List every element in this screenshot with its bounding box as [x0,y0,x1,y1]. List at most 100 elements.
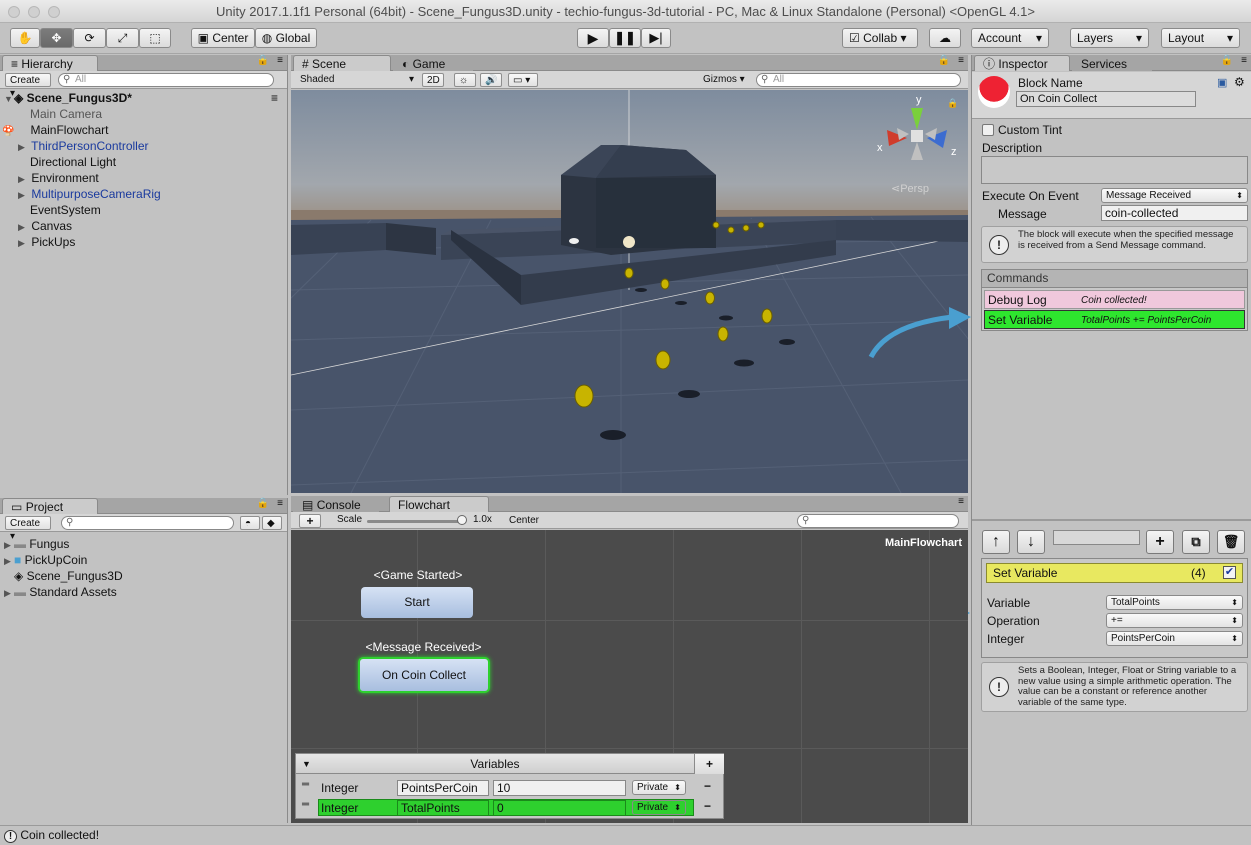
tab-inspector[interactable]: ⓘ Inspector [974,55,1070,71]
filter-by-label-button[interactable]: ◆ [262,516,282,530]
add-command-button[interactable]: + [1146,530,1174,554]
variable-key-field[interactable]: PointsPerCoin [397,780,489,796]
account-dropdown[interactable]: Account ▾ [971,28,1049,48]
flowchart-block-on-coin-collect[interactable]: On Coin Collect [358,657,490,693]
custom-tint-checkbox[interactable] [982,124,994,136]
collapsed-triangle-icon[interactable]: ▶ [18,235,28,251]
collapsed-triangle-icon[interactable]: ▶ [18,187,28,203]
command-row-debug-log[interactable]: Debug Log Coin collected! [984,290,1245,309]
add-block-button[interactable]: + [299,514,321,528]
tab-services[interactable]: Services [1072,55,1152,71]
hierarchy-item-flowchart[interactable]: 🍄 MainFlowchart [2,122,108,138]
variables-header[interactable]: ▼ Variables [296,754,694,774]
step-button[interactable]: ▶| [641,28,671,48]
shading-mode-dropdown[interactable]: Shaded ▾ [296,73,416,87]
flowchart-block-start[interactable]: Start [361,587,473,618]
hierarchy-item[interactable]: ▶ Canvas [18,218,72,234]
lock-icon[interactable]: 🔒 [257,498,269,509]
move-command-down-button[interactable]: ↓ [1017,530,1045,554]
close-window-button[interactable] [8,6,20,18]
add-variable-button[interactable]: + [694,754,724,774]
center-view-button[interactable]: Center [505,514,543,528]
hierarchy-search-input[interactable]: All [58,73,274,87]
message-field[interactable]: coin-collected [1101,205,1248,221]
panel-menu-icon[interactable]: ≡ [958,55,964,66]
scale-slider[interactable] [367,520,465,523]
help-book-icon[interactable]: ▣ [1217,76,1227,89]
toggle-2d-button[interactable]: 2D [422,73,444,87]
variable-row[interactable]: ═ Integer PointsPerCoin 10 Private − [296,779,724,797]
collapsed-triangle-icon[interactable]: ▶ [4,585,14,601]
project-search-input[interactable] [61,516,234,530]
scale-slider-thumb[interactable] [457,515,467,525]
status-bar[interactable]: ! Coin collected! [0,825,1251,845]
panel-menu-icon[interactable]: ≡ [958,496,964,507]
collapsed-triangle-icon[interactable]: ▶ [4,553,14,569]
lock-icon[interactable]: 🔒 [1221,55,1233,66]
collapsed-triangle-icon[interactable]: ▶ [18,219,28,235]
tab-console[interactable]: ▤ Console [293,496,379,512]
drag-handle-icon[interactable]: ═ [302,779,309,790]
layout-dropdown[interactable]: Layout ▾ [1161,28,1240,48]
collapsed-triangle-icon[interactable]: ▶ [18,171,28,187]
move-command-up-button[interactable]: ↑ [982,530,1010,554]
project-create-button[interactable]: Create ▾ [5,516,51,542]
panel-menu-icon[interactable]: ≡ [277,55,283,66]
block-name-field[interactable]: On Coin Collect [1016,91,1196,107]
delete-command-button[interactable]: 🗑 [1217,530,1245,554]
remove-variable-button[interactable]: − [704,779,711,793]
variable-scope-dropdown[interactable]: Private [632,800,686,815]
hand-tool-button[interactable]: ✋ [10,28,40,48]
scene-lighting-button[interactable]: ☼ [454,73,476,87]
hierarchy-item[interactable]: ▶ PickUps [18,234,75,250]
flowchart-canvas[interactable]: MainFlowchart <Game Started> Start <Mess… [291,530,968,823]
rect-tool-button[interactable]: ⬚ [139,28,171,48]
integer-dropdown[interactable]: PointsPerCoin [1106,631,1243,646]
hierarchy-item[interactable]: ▶ MultipurposeCameraRig [18,186,161,202]
variable-row[interactable]: ═ Integer TotalPoints 0 Private − [296,799,724,817]
variable-dropdown[interactable]: TotalPoints [1106,595,1243,610]
zoom-window-button[interactable] [48,6,60,18]
lock-icon[interactable]: 🔒 [938,55,950,66]
variable-scope-dropdown[interactable]: Private [632,780,686,795]
collab-dropdown[interactable]: ☑ Collab ▾ [842,28,918,48]
gear-icon[interactable]: ⚙ [1234,75,1245,89]
hierarchy-item[interactable]: ▶ ThirdPersonController [18,138,149,154]
lock-icon[interactable]: 🔒 [257,55,269,66]
scene-audio-button[interactable]: 🔊 [480,73,502,87]
variable-value-field[interactable]: 10 [493,780,626,796]
command-search-input[interactable] [1053,530,1140,545]
projection-toggle[interactable]: ⋖Persp [891,182,929,195]
play-button[interactable]: ▶ [577,28,609,48]
operation-dropdown[interactable]: += [1106,613,1243,628]
move-tool-button[interactable]: ✥ [40,28,73,48]
hierarchy-item[interactable]: ▶ Environment [18,170,99,186]
hierarchy-create-button[interactable]: Create ▾ [5,73,51,99]
execute-on-event-dropdown[interactable]: Message Received [1101,188,1248,203]
scale-tool-button[interactable]: ⤢ [106,28,139,48]
variable-value-field[interactable]: 0 [493,800,626,816]
panel-menu-icon[interactable]: ≡ [271,90,278,106]
expanded-triangle-icon[interactable]: ▼ [4,91,14,107]
tab-hierarchy[interactable]: ≡ Hierarchy [2,55,98,71]
description-textarea[interactable] [981,156,1248,184]
tab-project[interactable]: ▭ Project [2,498,98,514]
scene-viewport[interactable]: y x z ⋖Persp 🔒 [291,90,968,493]
hierarchy-item[interactable]: Main Camera [30,106,102,122]
scene-effects-dropdown[interactable]: ▭ ▾ [508,73,538,87]
expanded-triangle-icon[interactable]: ▼ [302,754,311,774]
flowchart-search-input[interactable] [797,514,959,528]
pause-button[interactable]: ❚❚ [609,28,641,48]
rotate-tool-button[interactable]: ⟳ [73,28,106,48]
project-item-scene[interactable]: ◈ Scene_Fungus3D [14,568,123,584]
command-enabled-checkbox[interactable]: ✔ [1223,566,1236,579]
variable-key-field[interactable]: TotalPoints [397,800,489,816]
duplicate-command-button[interactable]: ⧉ [1182,530,1210,554]
gizmos-dropdown[interactable]: Gizmos ▾ [699,73,749,87]
pivot-global-button[interactable]: ◍ Global [255,28,317,48]
cloud-button[interactable]: ☁ [929,28,961,48]
panel-menu-icon[interactable]: ≡ [277,498,283,509]
tab-flowchart[interactable]: Flowchart [389,496,489,512]
project-item-folder[interactable]: ▶ ▬ Standard Assets [4,584,117,600]
command-row-set-variable[interactable]: Set Variable TotalPoints += PointsPerCoi… [984,310,1245,329]
